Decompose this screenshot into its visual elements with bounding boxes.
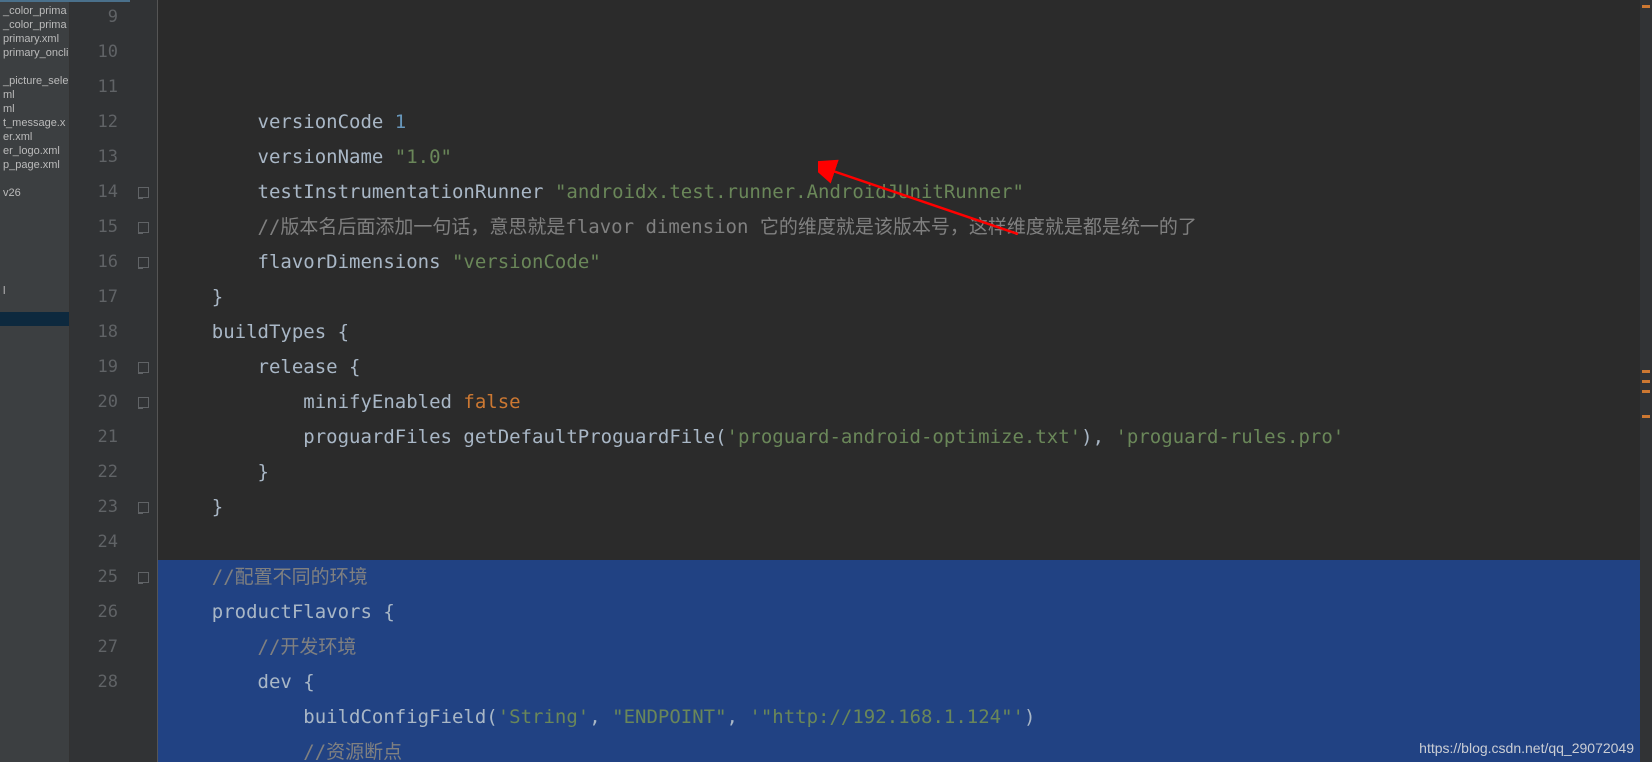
- line-number[interactable]: 15: [70, 210, 118, 245]
- line-number[interactable]: 24: [70, 525, 118, 560]
- sidebar-item[interactable]: [0, 228, 69, 242]
- code-line[interactable]: release {: [158, 350, 1652, 385]
- line-number[interactable]: 17: [70, 280, 118, 315]
- sidebar-item[interactable]: primary.xml: [0, 32, 69, 46]
- line-number[interactable]: 22: [70, 455, 118, 490]
- code-line[interactable]: flavorDimensions "versionCode": [158, 245, 1652, 280]
- fold-marker[interactable]: [130, 385, 157, 420]
- code-line[interactable]: }: [158, 280, 1652, 315]
- sidebar-item[interactable]: primary_oncli: [0, 46, 69, 60]
- sidebar-item[interactable]: l: [0, 284, 69, 298]
- fold-marker: [130, 70, 157, 105]
- code-line[interactable]: minifyEnabled false: [158, 385, 1652, 420]
- sidebar-item[interactable]: _picture_sele: [0, 74, 69, 88]
- sidebar-item[interactable]: [0, 312, 69, 326]
- sidebar-item[interactable]: [0, 172, 69, 186]
- code-line[interactable]: productFlavors {: [158, 595, 1652, 630]
- code-line[interactable]: [158, 525, 1652, 560]
- line-number-gutter[interactable]: 910111213141516171819202122232425262728: [70, 0, 130, 762]
- line-number[interactable]: 11: [70, 70, 118, 105]
- line-number[interactable]: 25: [70, 560, 118, 595]
- sidebar-item[interactable]: [0, 60, 69, 74]
- code-line[interactable]: proguardFiles getDefaultProguardFile('pr…: [158, 420, 1652, 455]
- fold-marker: [130, 525, 157, 560]
- fold-marker[interactable]: [130, 175, 157, 210]
- line-number[interactable]: 9: [70, 0, 118, 35]
- code-line[interactable]: dev {: [158, 665, 1652, 700]
- sidebar-item[interactable]: [0, 242, 69, 256]
- line-number[interactable]: 16: [70, 245, 118, 280]
- sidebar-item[interactable]: _color_prima: [0, 18, 69, 32]
- fold-marker: [130, 455, 157, 490]
- sidebar-item[interactable]: er.xml: [0, 130, 69, 144]
- fold-marker[interactable]: [130, 560, 157, 595]
- line-number[interactable]: 18: [70, 315, 118, 350]
- main-container: _color_prima_color_primaprimary.xmlprima…: [0, 0, 1652, 762]
- fold-marker: [130, 140, 157, 175]
- line-number[interactable]: 13: [70, 140, 118, 175]
- sidebar-item[interactable]: [0, 214, 69, 228]
- sidebar-item[interactable]: er_logo.xml: [0, 144, 69, 158]
- error-marker[interactable]: [1642, 380, 1650, 383]
- error-marker[interactable]: [1642, 390, 1650, 393]
- fold-marker: [130, 420, 157, 455]
- sidebar-item[interactable]: _color_prima: [0, 4, 69, 18]
- sidebar-item[interactable]: [0, 270, 69, 284]
- file-tree-sidebar[interactable]: _color_prima_color_primaprimary.xmlprima…: [0, 0, 70, 762]
- error-marker[interactable]: [1642, 370, 1650, 373]
- error-stripe[interactable]: [1640, 0, 1652, 762]
- code-line[interactable]: buildConfigField('String', "ENDPOINT", '…: [158, 700, 1652, 735]
- code-line[interactable]: }: [158, 455, 1652, 490]
- code-editor[interactable]: versionCode 1 versionName "1.0" testInst…: [158, 0, 1652, 762]
- fold-marker: [130, 315, 157, 350]
- fold-marker: [130, 105, 157, 140]
- line-number[interactable]: 12: [70, 105, 118, 140]
- line-number[interactable]: 10: [70, 35, 118, 70]
- sidebar-item[interactable]: ml: [0, 88, 69, 102]
- error-marker[interactable]: [1642, 5, 1650, 8]
- fold-marker: [130, 0, 157, 35]
- sidebar-item[interactable]: [0, 200, 69, 214]
- sidebar-item[interactable]: p_page.xml: [0, 158, 69, 172]
- code-line[interactable]: testInstrumentationRunner "androidx.test…: [158, 175, 1652, 210]
- code-line[interactable]: versionCode 1: [158, 105, 1652, 140]
- fold-marker: [130, 35, 157, 70]
- line-number[interactable]: 26: [70, 595, 118, 630]
- code-line[interactable]: versionName "1.0": [158, 140, 1652, 175]
- sidebar-item[interactable]: [0, 256, 69, 270]
- line-number[interactable]: 28: [70, 665, 118, 700]
- line-number[interactable]: 23: [70, 490, 118, 525]
- code-line[interactable]: }: [158, 490, 1652, 525]
- code-line[interactable]: buildTypes {: [158, 315, 1652, 350]
- fold-marker[interactable]: [130, 490, 157, 525]
- line-number[interactable]: 21: [70, 420, 118, 455]
- sidebar-item[interactable]: [0, 298, 69, 312]
- watermark-text: https://blog.csdn.net/qq_29072049: [1419, 740, 1634, 756]
- sidebar-item[interactable]: t_message.x: [0, 116, 69, 130]
- code-line[interactable]: //配置不同的环境: [158, 560, 1652, 595]
- fold-gutter[interactable]: [130, 0, 158, 762]
- code-line[interactable]: //版本名后面添加一句话，意思就是flavor dimension 它的维度就是…: [158, 210, 1652, 245]
- error-marker[interactable]: [1642, 415, 1650, 418]
- sidebar-item[interactable]: v26: [0, 186, 69, 200]
- fold-marker: [130, 280, 157, 315]
- fold-marker: [130, 630, 157, 665]
- line-number[interactable]: 20: [70, 385, 118, 420]
- line-number[interactable]: 27: [70, 630, 118, 665]
- code-line[interactable]: //开发环境: [158, 630, 1652, 665]
- fold-marker: [130, 665, 157, 700]
- sidebar-item[interactable]: ml: [0, 102, 69, 116]
- fold-marker[interactable]: [130, 210, 157, 245]
- fold-marker[interactable]: [130, 350, 157, 385]
- fold-marker[interactable]: [130, 245, 157, 280]
- line-number[interactable]: 19: [70, 350, 118, 385]
- fold-marker: [130, 595, 157, 630]
- line-number[interactable]: 14: [70, 175, 118, 210]
